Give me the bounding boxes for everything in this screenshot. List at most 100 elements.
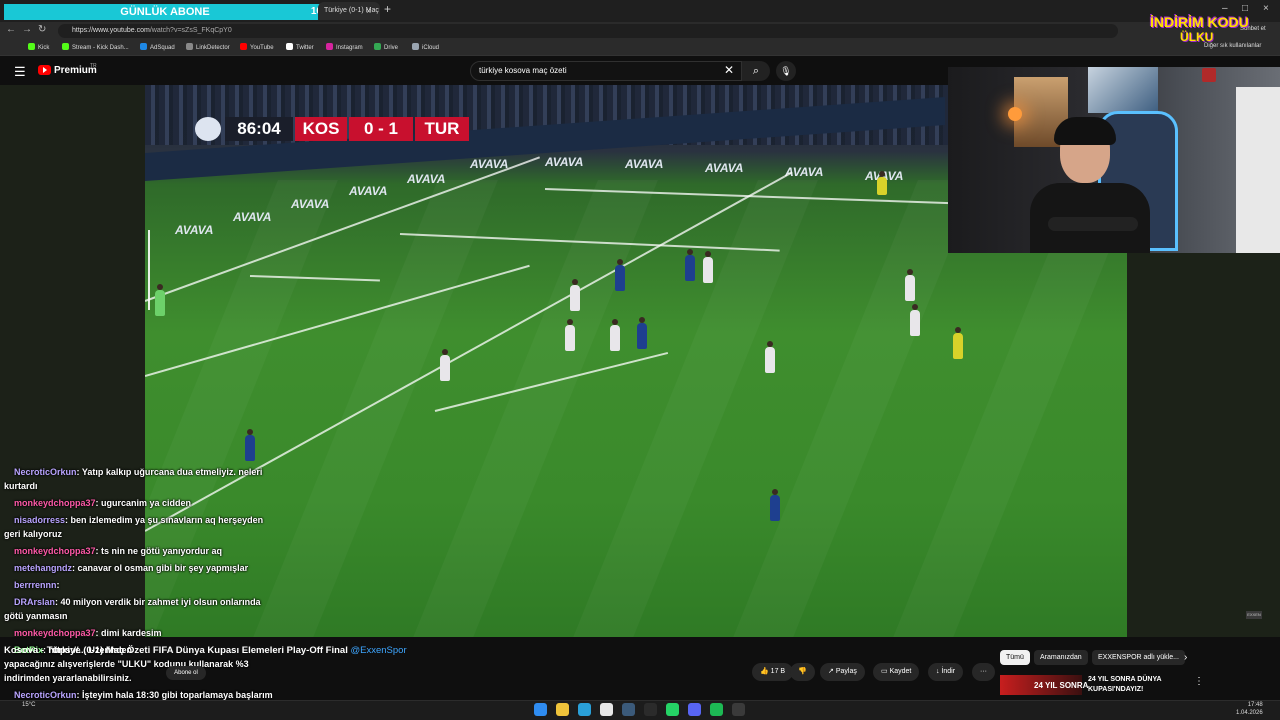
youtube-logo-icon[interactable] (38, 65, 51, 75)
streamer-hair (1054, 117, 1116, 145)
ad-board-text: AVAVA (175, 223, 214, 237)
taskbar-chrome-icon[interactable] (600, 703, 613, 716)
save-button[interactable]: ▭ Kaydet (873, 663, 920, 681)
chat-message: yapacağınız alışverişlerde "ULKU" kodunu… (4, 659, 249, 669)
chevron-right-icon[interactable]: › (1184, 652, 1187, 663)
chat-username[interactable]: monkeydchoppa37 (14, 498, 96, 508)
maximize-button[interactable]: □ (1242, 3, 1248, 14)
referee (953, 327, 963, 359)
weather-widget[interactable]: 15°C (22, 702, 35, 708)
bookmark-favicon-icon (28, 43, 35, 50)
taskbar-discord-icon[interactable] (688, 703, 701, 716)
like-button[interactable]: 👍 17 B (752, 663, 794, 681)
linesman (877, 171, 887, 195)
youtube-country: TR (90, 63, 97, 69)
chip-channel-uploads[interactable]: EXXENSPOR adlı yükle... (1092, 650, 1185, 665)
chat-text: yapacağınız alışverişlerde "ULKU" kodunu… (4, 659, 249, 669)
close-window-button[interactable]: × (1263, 3, 1269, 14)
chat-username[interactable]: metehangndz (14, 563, 72, 573)
player-turkey (610, 319, 620, 351)
taskbar-whatsapp-icon[interactable] (666, 703, 679, 716)
menu-icon[interactable]: ☰ (14, 64, 26, 80)
player-kosovo (615, 259, 625, 291)
recommended-video-title[interactable]: 24 YIL SONRA DÜNYA KUPASI'NDAYIZ! (1088, 675, 1188, 695)
thumbs-up-icon: 👍 (760, 668, 769, 675)
chip-all[interactable]: Tümü (1000, 650, 1030, 665)
player-kosovo (770, 489, 780, 521)
chip-from-search[interactable]: Aramanızdan (1034, 650, 1088, 665)
taskbar-start-icon[interactable] (534, 703, 547, 716)
chat-username[interactable]: monkeydchoppa37 (14, 628, 96, 638)
download-button[interactable]: ↓ İndir (928, 663, 964, 681)
streamer-webcam (948, 67, 1280, 253)
minimize-button[interactable]: – (1222, 3, 1228, 14)
ad-board-text: AVAVA (349, 184, 388, 198)
player-kosovo (637, 317, 647, 349)
taskbar-obs-icon[interactable] (732, 703, 745, 716)
bookmark-item[interactable]: LinkDetector (186, 43, 230, 51)
bookmark-item[interactable]: Drive (374, 43, 398, 51)
bookmark-favicon-icon (326, 43, 333, 50)
bookmark-item[interactable]: Kick (28, 43, 49, 51)
dislike-button[interactable]: 👎 (790, 663, 815, 681)
bookmark-item[interactable]: iCloud (412, 43, 439, 51)
taskbar-spotify-icon[interactable] (710, 703, 723, 716)
video-title: Kosova - Türkiye (0-1) Maç Özeti FIFA Dü… (4, 645, 348, 656)
back-icon[interactable]: ← (6, 24, 16, 35)
bookmark-label: Twitter (296, 45, 314, 51)
save-icon: ▭ (881, 668, 888, 675)
more-actions-button[interactable]: ··· (972, 663, 995, 681)
share-button[interactable]: ↗ Paylaş (820, 663, 865, 681)
recommendation-menu-icon[interactable]: ⋮ (1194, 676, 1204, 687)
microphone-icon[interactable]: 🎙 (776, 61, 796, 81)
search-icon[interactable]: ⌕ (742, 61, 770, 81)
bookmark-label: Drive (384, 45, 399, 51)
goal-post (148, 230, 150, 310)
bookmark-item[interactable]: AdSquad (140, 43, 175, 51)
taskbar-edge-icon[interactable] (578, 703, 591, 716)
url-host: https://www.youtube.com (72, 27, 150, 34)
banner-text: GÜNLÜK ABONE (120, 6, 210, 18)
forward-icon[interactable]: → (22, 24, 32, 35)
new-tab-button[interactable]: + (384, 2, 391, 16)
chat-username[interactable]: NecroticOrkun (14, 690, 77, 700)
chat-username[interactable]: NecroticOrkun (14, 467, 77, 477)
chat-username[interactable]: nisadorress (14, 515, 65, 525)
clear-search-icon[interactable]: ✕ (724, 63, 734, 77)
channel-link[interactable]: @ExxenSpor (351, 645, 407, 656)
chat-text: : ts nin ne götü yanıyordur aq (95, 546, 223, 556)
video-title-line: Kosova - Türkiye (0-1) Maç Özeti FIFA Dü… (4, 645, 407, 656)
chat-text: : İşteyim hala 18:30 gibi toparlamaya ba… (76, 690, 273, 700)
chat-username[interactable]: DRArslan (14, 597, 55, 607)
exxen-watermark: EXXEN (1246, 611, 1262, 619)
reload-icon[interactable]: ↻ (38, 24, 46, 35)
taskbar-steam-icon[interactable] (622, 703, 635, 716)
match-clock: 86:04 (225, 117, 293, 141)
chat-message: berrrennn: (4, 580, 60, 590)
taskbar-files-icon[interactable] (556, 703, 569, 716)
chat-username[interactable]: monkeydchoppa37 (14, 546, 96, 556)
url-bar[interactable]: https://www.youtube.com/watch?v=sZsS_FKq… (58, 24, 1118, 38)
tab-close-icon[interactable]: × (366, 2, 376, 20)
subscribe-button[interactable]: Abone ol (166, 666, 206, 680)
bookmark-label: LinkDetector (196, 45, 230, 51)
video-letterbox-right (1127, 253, 1280, 637)
bookmark-item[interactable]: YouTube (240, 43, 274, 51)
bookmark-favicon-icon (186, 43, 193, 50)
chat-message: DRArslan: 40 milyon verdik bir zahmet iy… (4, 597, 261, 607)
chat-message: götü yanmasın (4, 611, 68, 621)
chat-username[interactable]: berrrennn (14, 580, 57, 590)
bookmark-item[interactable]: Instagram (326, 43, 363, 51)
search-input[interactable]: türkiye kosova maç özeti (470, 61, 742, 81)
bookmark-item[interactable]: Stream - Kick Dash... (62, 43, 129, 51)
bookmark-label: AdSquad (150, 45, 175, 51)
player-turkey (703, 251, 713, 283)
bookmark-favicon-icon (140, 43, 147, 50)
system-clock[interactable]: 17:48 1.04.2026 (1236, 701, 1263, 717)
bookmark-item[interactable]: Twitter (286, 43, 314, 51)
taskbar-terminal-icon[interactable] (644, 703, 657, 716)
chat-message: geri kalıyoruz (4, 529, 62, 539)
thumbs-down-icon: 👎 (798, 668, 807, 675)
ad-board-text: AVAVA (705, 161, 744, 175)
download-label: İndir (941, 668, 956, 675)
